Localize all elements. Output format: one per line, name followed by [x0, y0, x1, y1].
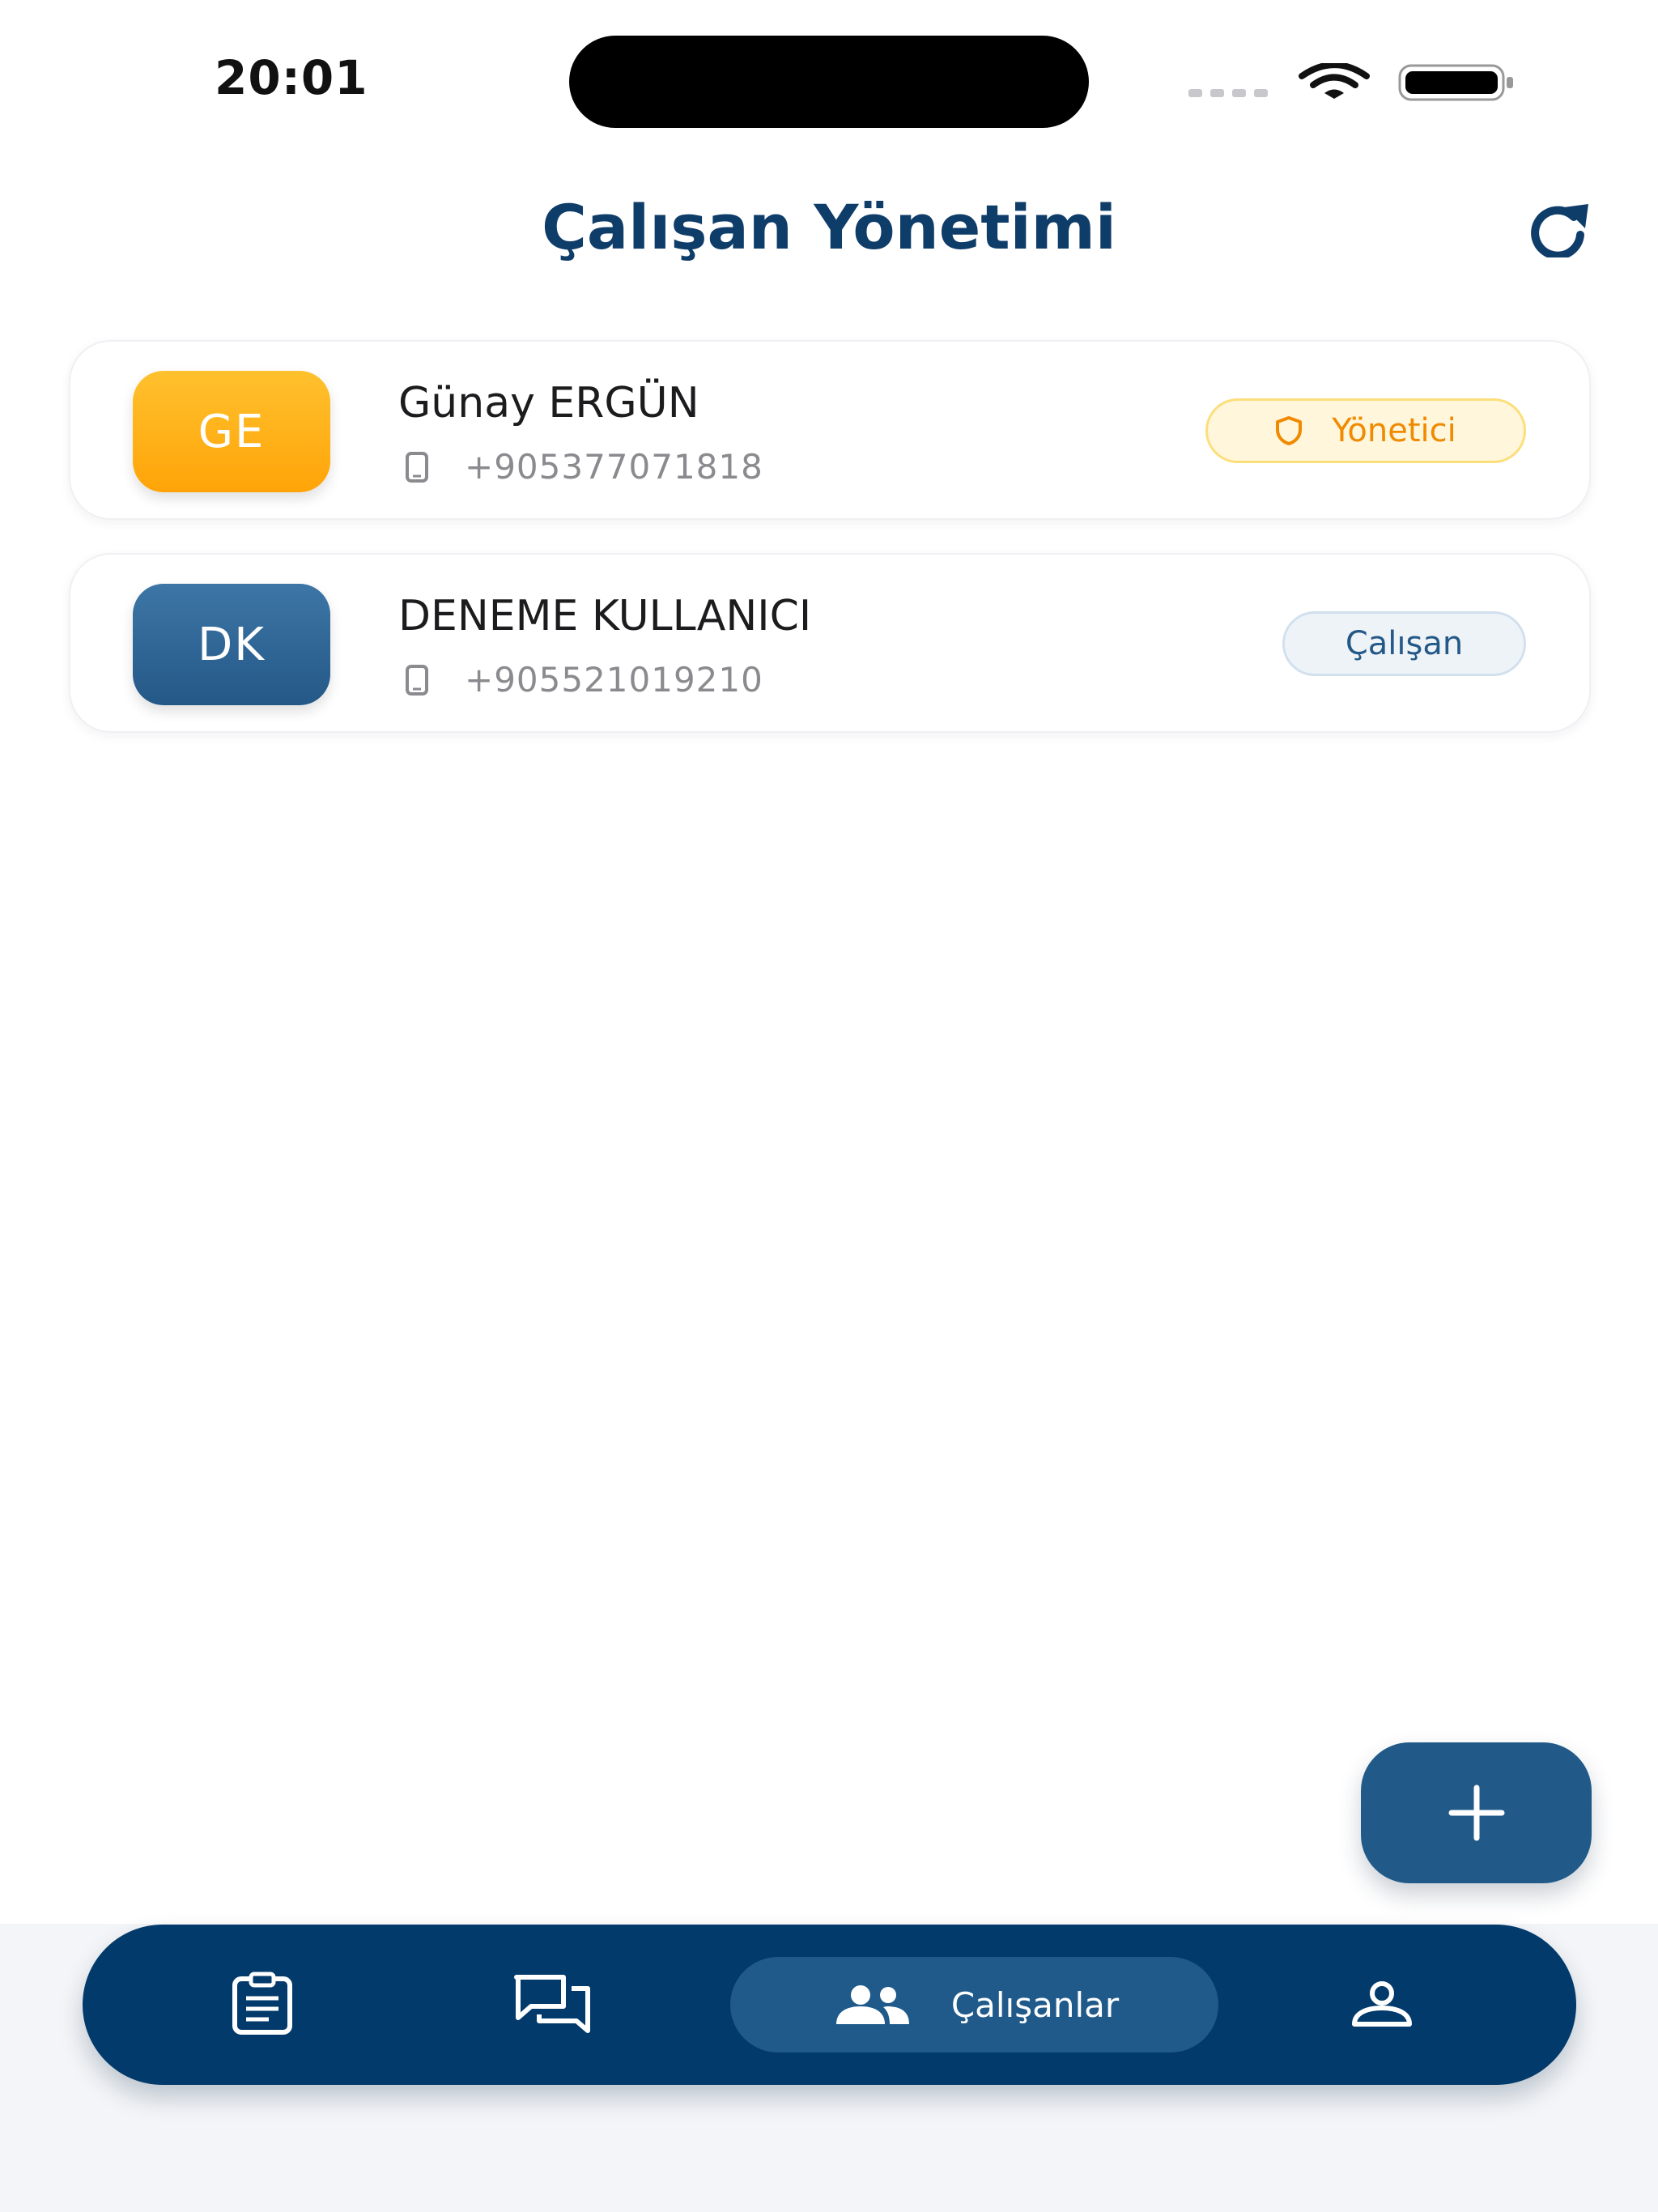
clipboard-icon	[232, 1972, 292, 2035]
page-title: Çalışan Yönetimi	[542, 191, 1116, 263]
tab-employees[interactable]: Çalışanlar	[730, 1957, 1218, 2052]
cellular-signal-icon	[1188, 89, 1268, 97]
avatar: GE	[133, 371, 330, 492]
employee-name: DENEME KULLANICI	[398, 592, 812, 640]
chat-icon	[514, 1975, 590, 2033]
add-employee-button[interactable]	[1361, 1742, 1592, 1883]
avatar: DK	[133, 584, 330, 705]
shield-icon	[1276, 416, 1303, 445]
status-time: 20:01	[215, 50, 368, 105]
employee-card[interactable]: GE Günay ERGÜN +905377071818 Yönetici	[69, 340, 1591, 520]
role-badge: Çalışan	[1282, 611, 1526, 676]
phone-icon	[406, 664, 428, 696]
tab-profile[interactable]	[1341, 1925, 1422, 2085]
battery-icon	[1398, 64, 1513, 101]
phone-number: +905521019210	[465, 660, 763, 700]
refresh-icon[interactable]	[1520, 199, 1595, 257]
phone-row: +905521019210	[405, 660, 763, 700]
role-label: Yönetici	[1332, 412, 1456, 449]
person-icon	[1352, 1981, 1412, 2027]
role-label: Çalışan	[1345, 625, 1464, 662]
wifi-icon	[1299, 63, 1370, 99]
tab-employees-label: Çalışanlar	[950, 1984, 1120, 2025]
tab-bar: Çalışanlar	[83, 1925, 1576, 2085]
tab-reports[interactable]	[222, 1925, 303, 2085]
dynamic-island	[569, 36, 1089, 128]
role-badge: Yönetici	[1205, 398, 1526, 463]
employee-name: Günay ERGÜN	[398, 379, 699, 428]
tab-messages[interactable]	[508, 1925, 597, 2085]
people-icon	[835, 1985, 909, 2024]
phone-row: +905377071818	[405, 447, 763, 487]
plus-icon	[1448, 1784, 1504, 1841]
phone-number: +905377071818	[465, 447, 763, 487]
employee-card[interactable]: DK DENEME KULLANICI +905521019210 Çalışa…	[69, 553, 1591, 733]
phone-icon	[406, 451, 428, 483]
